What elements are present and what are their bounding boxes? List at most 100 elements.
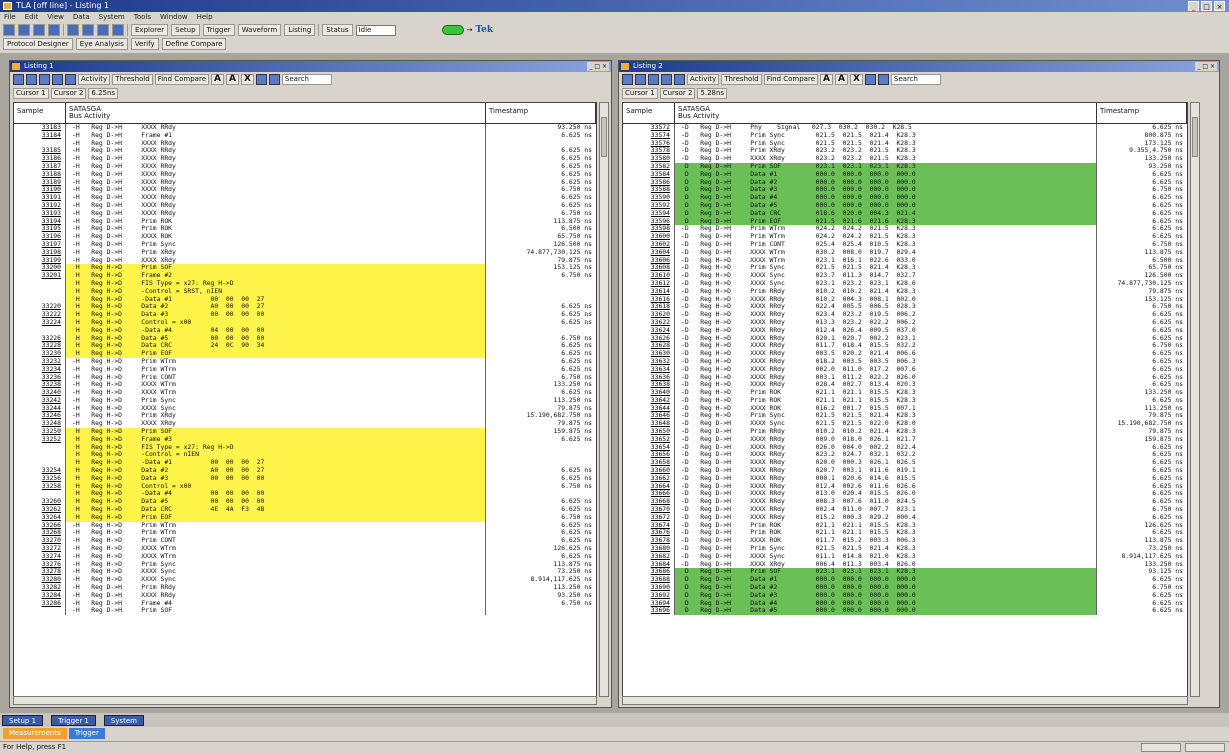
find-compare-button[interactable]: Find Compare xyxy=(154,73,210,85)
table-row[interactable]: 33590 D Reg D->H Data #4 000.0 000.0 000… xyxy=(623,193,1187,202)
table-row[interactable]: 33240 -H Reg H->D XXXX WTrm 6.625 ns xyxy=(14,388,596,397)
table-row[interactable]: 33222 H Reg H->D Data #3 00 00 00 00 6.62… xyxy=(14,310,596,319)
cursor2-select[interactable]: Cursor 2 xyxy=(659,87,696,99)
table-row[interactable]: 33189 -H Reg D->H XXXX RRdy 6.625 ns xyxy=(14,178,596,187)
tab-trigger[interactable]: Trigger xyxy=(68,728,105,739)
verify-button[interactable]: Verify xyxy=(130,38,159,50)
zoom-icon[interactable] xyxy=(13,73,24,85)
trigger-button[interactable]: Trigger xyxy=(202,24,235,36)
vertical-scrollbar[interactable] xyxy=(1190,102,1200,697)
table-row[interactable]: 33280 -H Reg H->D XXXX Sync 8.914,117.625 … xyxy=(14,575,596,585)
table-row[interactable]: 33572 -D Reg D->H Phy Signal 027.3 030.2 … xyxy=(623,123,1187,132)
table-row[interactable]: 33614 -D Reg H->D Prim RRdy 010.2 010.2 0… xyxy=(623,287,1187,296)
table-row[interactable]: 33284 -H Reg D->H XXXX RRdy 93.250 ns xyxy=(14,591,596,600)
help-icon[interactable] xyxy=(112,24,124,36)
protocol-designer-button[interactable]: Protocol Designer xyxy=(3,38,73,50)
table-row[interactable]: 33660 -D Reg D->H XXXX RRdy 020.7 003.1 0… xyxy=(623,466,1187,475)
listing-grid[interactable]: Sample SATASGA Bus Activity Timestamp 33… xyxy=(622,102,1188,697)
table-row[interactable]: 33646 -D Reg H->D Prim Sync 021.5 021.5 0… xyxy=(623,412,1187,421)
columns-icon[interactable] xyxy=(39,73,50,85)
search-forward-icon[interactable] xyxy=(268,73,280,85)
menu-data[interactable]: Data xyxy=(73,12,90,23)
table-row[interactable]: 33696 D Reg D->H Data #5 000.0 000.0 000… xyxy=(623,607,1187,616)
table-row[interactable]: 33194 -H Reg D->H Prim ROK 113.875 ns xyxy=(14,217,596,226)
table-row[interactable]: 33578 -D Reg D->H Prim XRdy 023.2 023.2 0… xyxy=(623,147,1187,156)
horizontal-scrollbar[interactable] xyxy=(13,696,597,705)
table-row[interactable]: 33690 D Reg D->H Data #2 000.0 000.0 000… xyxy=(623,583,1187,592)
table-row[interactable]: H Reg H->D -Data #1 00 00 00 27 xyxy=(14,295,596,304)
menu-tools[interactable]: Tools xyxy=(134,12,151,23)
table-row[interactable]: 33198 -H Reg D->H Prim XRdy 74.877,730.125… xyxy=(14,248,596,257)
table-row[interactable]: 33580 -D Reg D->H XXXX XRdy 023.2 023.2 0… xyxy=(623,154,1187,163)
table-row[interactable]: 33196 -H Reg D->H XXXX ROK 65.750 ns xyxy=(14,232,596,241)
table-row[interactable]: 33262 H Reg H->D Data CRC 4E 4A F3 4B 6.6… xyxy=(14,505,596,514)
table-row[interactable]: 33260 H Reg H->D Data #5 00 00 00 00 6.62… xyxy=(14,497,596,507)
table-row[interactable]: 33612 -D Reg H->D XXXX Sync 023.1 023.2 0… xyxy=(623,279,1187,288)
table-row[interactable]: 33220 H Reg H->D Data #2 A0 00 00 27 6.62… xyxy=(14,303,596,312)
table-row[interactable]: 33584 D Reg D->H Data #1 000.0 000.0 000… xyxy=(623,170,1187,179)
delete-button[interactable]: X xyxy=(240,73,254,85)
table-row[interactable]: 33268 -H Reg H->D Prim WTrm 6.625 ns xyxy=(14,529,596,538)
table-row[interactable]: 33187 -H Reg D->H XXXX RRdy 6.625 ns xyxy=(14,162,596,171)
table-row[interactable]: 33670 -D Reg D->H XXXX RRdy 002.4 011.0 0… xyxy=(623,505,1187,514)
table-row[interactable]: 33576 -D Reg D->H Prim Sync 021.5 021.5 0… xyxy=(623,139,1187,148)
table-row[interactable]: 33616 -D Reg H->D XXXX RRdy 010.2 004.3 0… xyxy=(623,295,1187,304)
table-row[interactable]: 33250 H Reg H->D Prim SOF 159.875 ns xyxy=(14,427,596,436)
cursor1-select[interactable]: Cursor 1 xyxy=(13,87,49,99)
menu-view[interactable]: View xyxy=(47,12,64,23)
delete-button[interactable]: X xyxy=(849,73,863,85)
table-row[interactable]: 33604 -D Reg D->H XXXX WTrm 030.2 008.0 0… xyxy=(623,248,1187,257)
table-row[interactable]: -H Reg D->H Prim SOF xyxy=(14,607,596,616)
table-row[interactable]: 33644 -D Reg H->D XXXX ROK 016.2 001.7 01… xyxy=(623,404,1187,413)
properties-icon[interactable] xyxy=(635,73,646,85)
table-row[interactable]: 33608 -D Reg H->D Prim Sync 021.5 021.5 0… xyxy=(623,264,1187,273)
table-row[interactable]: 33278 -H Reg H->D XXXX Sync 73.250 ns xyxy=(14,568,596,577)
table-row[interactable]: 33224 H Reg H->D Control = x00 6.625 ns xyxy=(14,318,596,327)
columns-icon[interactable] xyxy=(648,73,659,85)
scroll-thumb[interactable] xyxy=(601,117,607,157)
table-row[interactable]: H Reg H->D -Control = SRST, nIEN xyxy=(14,287,596,296)
save-icon[interactable] xyxy=(33,24,45,36)
table-row[interactable]: 33234 -H Reg H->D Prim WTrm 6.625 ns xyxy=(14,365,596,374)
table-row[interactable]: 33236 -H Reg H->D Prim CONT 6.750 ns xyxy=(14,373,596,382)
table-row[interactable]: H Reg H->D -Control = nIEN xyxy=(14,451,596,460)
zoom-icon[interactable] xyxy=(622,73,633,85)
table-row[interactable]: -H Reg D->H XXXX RRdy xyxy=(14,139,596,148)
table-row[interactable]: 33188 -H Reg D->H XXXX RRdy 6.625 ns xyxy=(14,170,596,179)
table-row[interactable]: 33244 -H Reg H->D XXXX Sync 79.875 ns xyxy=(14,404,596,413)
tab-measurements[interactable]: Measurements xyxy=(3,728,67,739)
table-row[interactable]: 33640 -D Reg H->D Prim ROK 021.1 021.1 01… xyxy=(623,388,1187,397)
table-row[interactable]: 33632 -D Reg H->D XXXX RRdy 018.2 003.5 0… xyxy=(623,357,1187,366)
table-row[interactable]: 33230 H Reg H->D Prim EOF 6.625 ns xyxy=(14,349,596,358)
scroll-thumb[interactable] xyxy=(1192,117,1198,157)
table-row[interactable]: 33676 -D Reg D->H Prim ROK 021.1 021.1 01… xyxy=(623,529,1187,538)
menu-system[interactable]: System xyxy=(99,12,125,23)
table-row[interactable]: 33602 -D Reg D->H Prim CONT 025.4 025.4 0… xyxy=(623,240,1187,249)
table-row[interactable]: 33191 -H Reg D->H XXXX RRdy 6.625 ns xyxy=(14,193,596,202)
table-row[interactable]: 33258 H Reg H->D Control = x00 6.750 ns xyxy=(14,482,596,491)
table-row[interactable]: 33186 -H Reg D->H XXXX RRdy 6.625 ns xyxy=(14,154,596,163)
table-row[interactable]: 33662 -D Reg D->H XXXX RRdy 000.1 020.6 0… xyxy=(623,474,1187,483)
table-row[interactable]: 33668 -D Reg D->H XXXX RRdy 008.3 007.6 0… xyxy=(623,497,1187,507)
table-row[interactable]: 33282 -H Reg D->H Prim RRdy 113.250 ns xyxy=(14,583,596,592)
listing-button[interactable]: Listing xyxy=(284,24,316,36)
timestamp-column-header[interactable]: Timestamp xyxy=(1097,103,1187,123)
menu-help[interactable]: Help xyxy=(197,12,213,23)
table-row[interactable]: 33586 D Reg D->H Data #2 000.0 000.0 000… xyxy=(623,178,1187,187)
table-row[interactable]: 33642 -D Reg H->D Prim ROK 021.1 021.1 01… xyxy=(623,396,1187,405)
threshold-button[interactable]: Threshold xyxy=(112,73,153,85)
table-row[interactable]: 33596 D Reg D->H Prim EOF 021.5 021.6 02… xyxy=(623,217,1187,226)
table-row[interactable]: 33582 D Reg D->H Prim SOF 023.1 023.1 02… xyxy=(623,162,1187,171)
system-window-task[interactable]: System xyxy=(103,714,144,726)
table-row[interactable]: 33650 -D Reg D->H Prim RRdy 010.2 010.2 0… xyxy=(623,427,1187,436)
search-field[interactable]: Search xyxy=(890,73,941,85)
table-row[interactable]: 33686 D Reg D->H Prim SOF 023.1 023.1 02… xyxy=(623,568,1187,577)
horizontal-scrollbar[interactable] xyxy=(622,696,1188,705)
table-row[interactable]: 33183 -H Reg D->H XXXX RRdy 93.250 ns xyxy=(14,123,596,132)
table-row[interactable]: 33656 -D Reg D->H XXXX RRdy 023.2 024.7 0… xyxy=(623,451,1187,460)
table-row[interactable]: 33630 -D Reg H->D XXXX RRdy 003.5 020.2 0… xyxy=(623,349,1187,358)
search-back-icon[interactable] xyxy=(255,73,267,85)
maximize-button[interactable]: □ xyxy=(1201,1,1212,11)
table-row[interactable]: 33200 H Reg H->D Prim SOF 153.125 ns xyxy=(14,264,596,273)
setup-button[interactable]: Setup xyxy=(171,24,200,36)
